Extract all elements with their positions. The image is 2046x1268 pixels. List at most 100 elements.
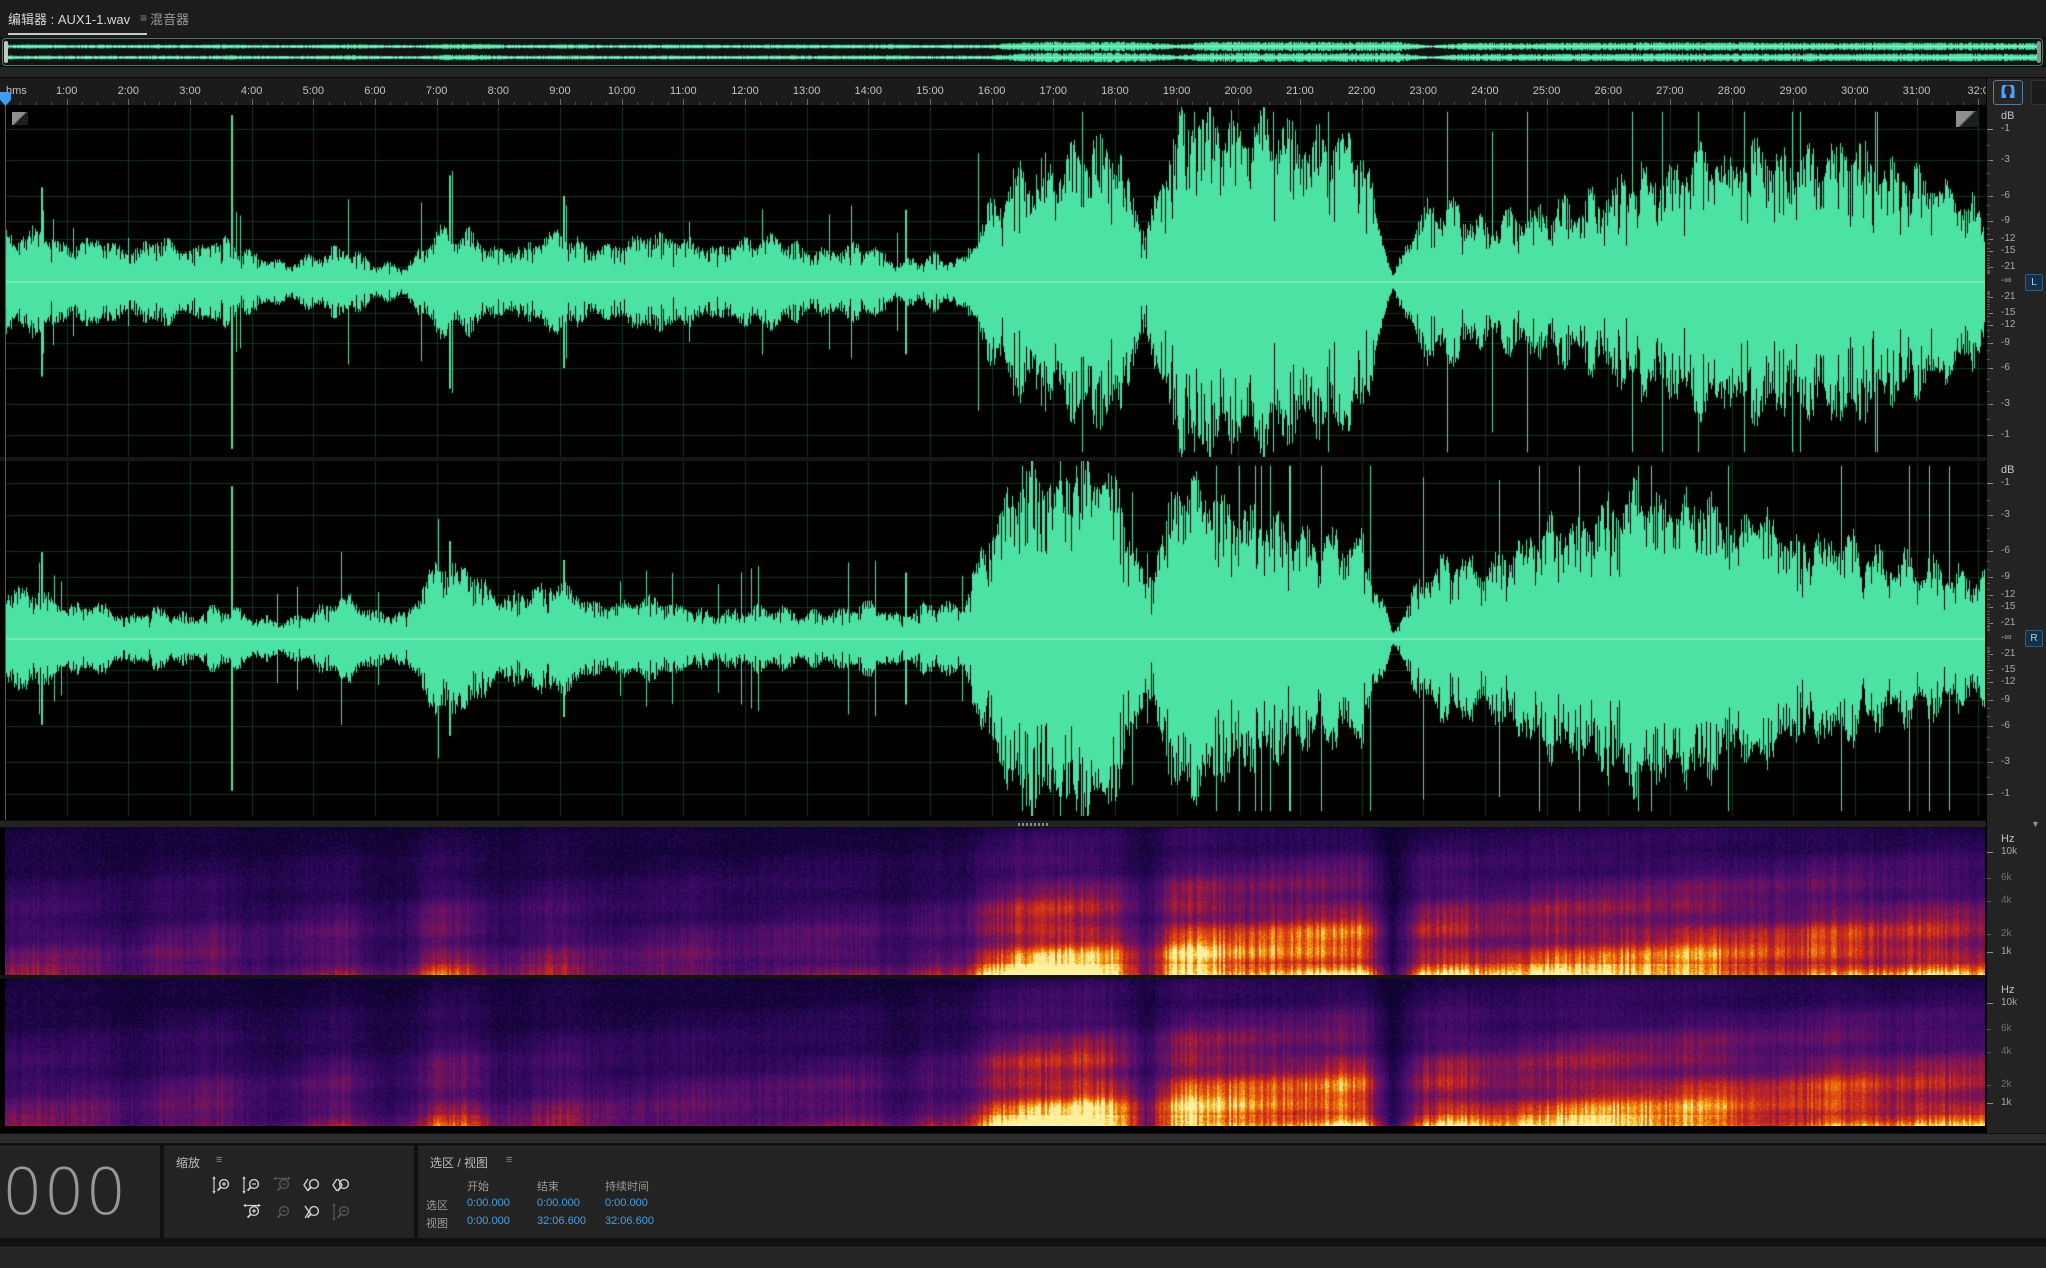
scale-label: -6	[2001, 190, 2010, 201]
wave-spectrogram-splitter[interactable]	[0, 820, 2046, 828]
ruler-minor-tick	[1624, 102, 1625, 105]
zoom-out-amplitude-button[interactable]	[238, 1173, 264, 1197]
time-display-panel: 000	[0, 1146, 160, 1238]
ruler-minor-tick	[97, 102, 98, 105]
scale-tick	[1987, 658, 1990, 659]
ruler-minor-tick	[652, 102, 653, 105]
ruler-minor-tick	[529, 102, 530, 105]
ruler-minute-label: 12:00	[731, 85, 759, 97]
ruler-minor-tick	[1809, 102, 1810, 105]
overview-strip[interactable]	[2, 38, 2043, 66]
zoom-in-right-edge-button[interactable]	[298, 1200, 324, 1224]
spectrogram-display[interactable]	[0, 828, 1986, 1133]
corner-grabber-icon[interactable]	[12, 112, 28, 125]
timeline-ruler[interactable]: hms 1:002:003:004:005:006:007:008:009:00…	[0, 78, 1986, 106]
channel-left-badge[interactable]: L	[2025, 274, 2043, 291]
ruler-minor-tick	[1685, 102, 1686, 105]
playhead-line	[5, 106, 6, 820]
ruler-minute-label: 29:00	[1779, 85, 1807, 97]
ruler-minor-tick	[1454, 102, 1455, 105]
zoom-in-amplitude-button[interactable]	[208, 1173, 234, 1197]
zoom-in-left-edge-button[interactable]	[298, 1173, 324, 1197]
ruler-minor-tick	[1701, 102, 1702, 105]
spectrogram-channel-right-canvas[interactable]	[5, 979, 1985, 1126]
scale-tick	[1987, 248, 1990, 249]
scale-tick	[1987, 251, 1990, 252]
ruler-minor-tick	[945, 102, 946, 105]
zoom-out-selection-button[interactable]	[268, 1173, 294, 1197]
scale-label: -15	[2001, 245, 2015, 256]
overview-left-handle[interactable]	[4, 41, 8, 63]
scale-tick	[1987, 561, 1990, 562]
horizontal-scrollbar[interactable]	[0, 1133, 2046, 1143]
zoom-to-selection-button[interactable]	[328, 1173, 354, 1197]
tab-mixer[interactable]: 混音器	[150, 6, 189, 30]
waveform-channel-left-canvas[interactable]	[5, 107, 1985, 457]
channel-right-badge[interactable]: R	[2025, 630, 2043, 647]
view-end-value[interactable]: 32:06.600	[537, 1215, 586, 1227]
ruler-minor-tick	[976, 102, 977, 105]
selection-end-value[interactable]: 0:00.000	[537, 1197, 580, 1209]
scale-label: -3	[2001, 756, 2010, 767]
tab-editor[interactable]: 编辑器 : AUX1-1.wav ≡	[8, 6, 147, 30]
zoom-reset-button[interactable]	[328, 1200, 354, 1224]
zoom-in-time-button[interactable]	[238, 1200, 264, 1224]
scale-label: 6k	[2001, 872, 2012, 883]
selection-duration-value[interactable]: 0:00.000	[605, 1197, 648, 1209]
ruler-major-tick	[1485, 99, 1486, 105]
waveform-editor[interactable]	[0, 106, 1986, 820]
scale-tick	[1987, 1085, 1991, 1086]
scale-tick	[1987, 419, 1990, 420]
scale-label: 6k	[2001, 1023, 2012, 1034]
ruler-minor-tick	[1315, 102, 1316, 105]
scale-scroll-arrow-icon[interactable]: ▼	[2031, 819, 2040, 829]
scale-tick	[1987, 214, 1990, 215]
tab-editor-label: 编辑器 : AUX1-1.wav	[8, 9, 130, 28]
scale-label: -3	[2001, 509, 2010, 520]
ruler-minor-tick	[205, 102, 206, 105]
scale-tick	[1987, 297, 1990, 298]
selection-start-value[interactable]: 0:00.000	[467, 1197, 510, 1209]
view-row-label: 视图	[426, 1215, 448, 1231]
scale-tick	[1987, 260, 1990, 261]
corner-grabber-icon[interactable]	[1956, 111, 1978, 127]
scale-tick	[1987, 404, 1990, 405]
overview-right-handle[interactable]	[2037, 41, 2041, 63]
ruler-minor-tick	[1716, 102, 1717, 105]
ruler-minute-label: 6:00	[364, 85, 385, 97]
panel-menu-icon[interactable]: ≡	[140, 12, 147, 24]
spectrogram-channel-left-canvas[interactable]	[5, 828, 1985, 975]
ruler-minor-tick	[760, 102, 761, 105]
ruler-minute-label: 23:00	[1409, 85, 1437, 97]
playhead-time-display[interactable]: 000	[2, 1161, 127, 1225]
view-duration-value[interactable]: 32:06.600	[605, 1215, 654, 1227]
ruler-minute-label: 24:00	[1471, 85, 1499, 97]
ruler-minor-tick	[1469, 102, 1470, 105]
ruler-minor-tick	[1269, 102, 1270, 105]
ruler-minute-label: 5:00	[303, 85, 324, 97]
scale-label: -21	[2001, 291, 2015, 302]
scale-tick	[1987, 652, 1990, 653]
ruler-minor-tick	[1022, 102, 1023, 105]
scale-tick	[1987, 160, 1990, 161]
scale-label: -12	[2001, 319, 2015, 330]
scale-tick	[1987, 291, 1990, 292]
view-start-value[interactable]: 0:00.000	[467, 1215, 510, 1227]
ruler-major-tick	[1177, 99, 1178, 105]
zoom-out-time-button[interactable]	[268, 1200, 294, 1224]
ruler-minor-tick	[329, 102, 330, 105]
zoom-panel-menu-icon[interactable]: ≡	[216, 1154, 222, 1166]
selection-view-panel-menu-icon[interactable]: ≡	[506, 1154, 512, 1166]
scale-tick	[1987, 173, 1990, 174]
splitter-grip-icon[interactable]	[1018, 823, 1048, 826]
scale-tick	[1987, 647, 1990, 648]
scale-label: -6	[2001, 362, 2010, 373]
scale-tick	[1987, 129, 1993, 130]
ruler-minor-tick	[452, 102, 453, 105]
ruler-major-tick	[128, 99, 129, 105]
overview-waveform-canvas[interactable]	[5, 40, 2038, 64]
ruler-major-tick	[1053, 99, 1054, 105]
snap-toggle-button[interactable]	[1993, 80, 2023, 105]
scale-tick	[1987, 621, 1990, 622]
waveform-channel-right-canvas[interactable]	[5, 461, 1985, 816]
